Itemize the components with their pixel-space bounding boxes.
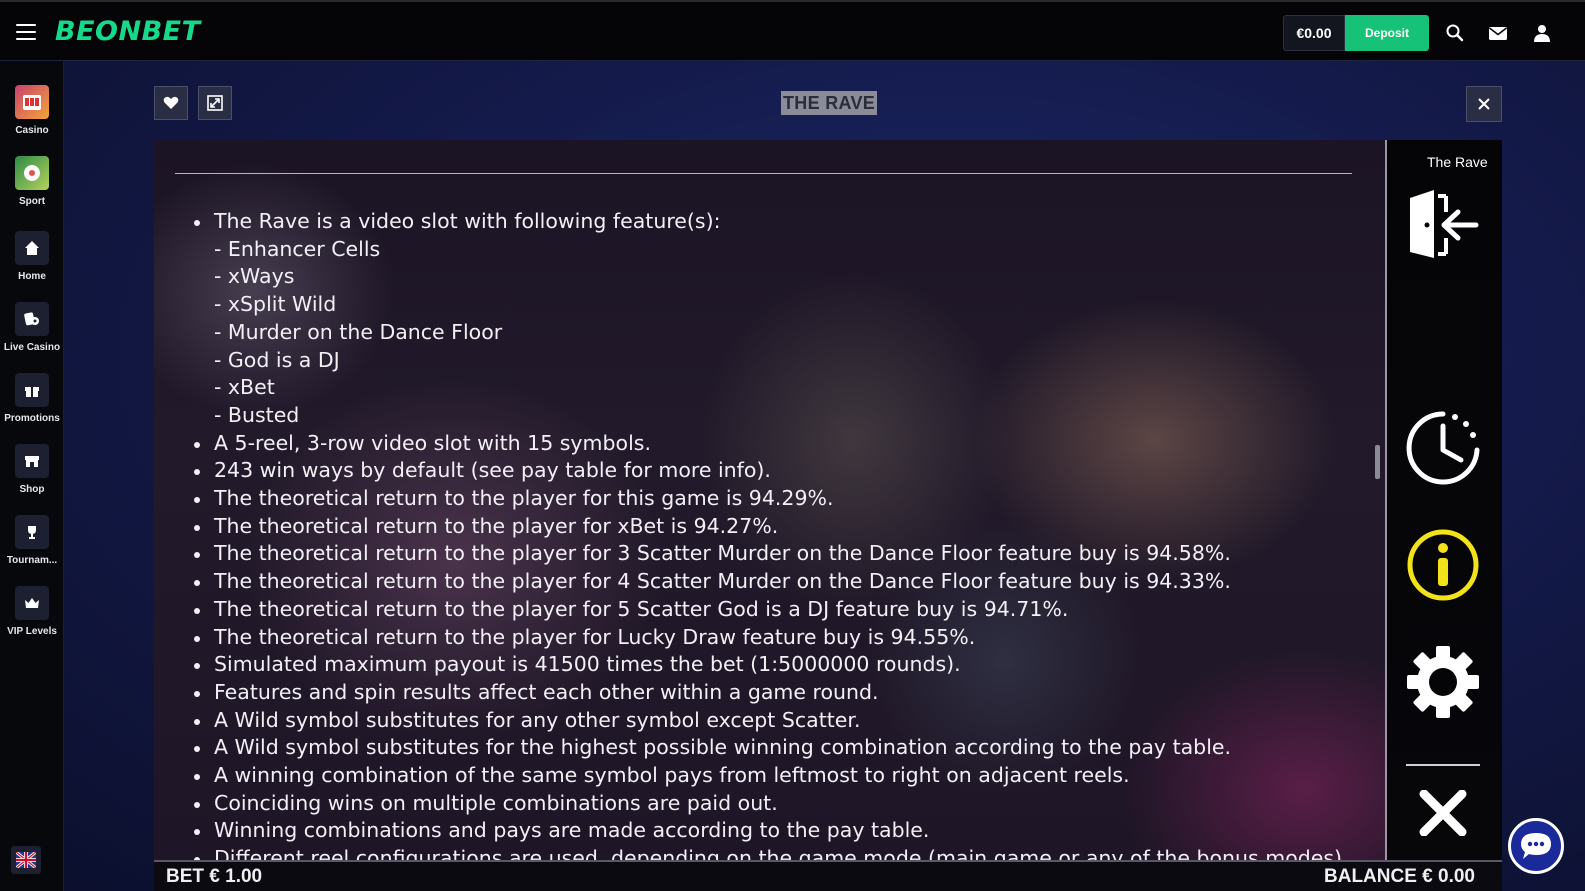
search-icon[interactable] bbox=[1445, 23, 1465, 43]
deposit-button[interactable]: Deposit bbox=[1345, 15, 1429, 51]
rules-divider bbox=[175, 173, 1352, 174]
rail-item-label: Tournam... bbox=[6, 555, 58, 566]
rule-item: The theoretical return to the player for… bbox=[194, 596, 1344, 624]
game-name-tag: The Rave bbox=[1421, 150, 1494, 174]
settings-gear-icon[interactable] bbox=[1406, 645, 1480, 724]
site-logo[interactable]: BEONBET bbox=[55, 16, 201, 47]
rule-item: The theoretical return to the player for… bbox=[194, 568, 1344, 596]
rail-item-shop[interactable]: Shop bbox=[0, 444, 64, 512]
game-rules-list: The Rave is a video slot with following … bbox=[194, 208, 1349, 873]
rail-item-label: VIP Levels bbox=[7, 626, 57, 637]
user-icon[interactable] bbox=[1532, 23, 1552, 43]
rules-scrollbar[interactable] bbox=[1375, 445, 1380, 479]
rule-item: A Wild symbol substitutes for any other … bbox=[194, 707, 1344, 735]
heart-icon bbox=[163, 96, 179, 109]
mail-icon[interactable] bbox=[1488, 23, 1508, 43]
rail-item-label: Shop bbox=[19, 484, 45, 495]
rule-item: A winning combination of the same symbol… bbox=[194, 762, 1344, 790]
top-header: BEONBET €0.00 Deposit bbox=[0, 0, 1585, 61]
gift-icon bbox=[15, 373, 49, 407]
panel-divider bbox=[1406, 764, 1480, 766]
app-root: BEONBET €0.00 Deposit Casino Sport Home … bbox=[0, 0, 1585, 891]
rule-item: Features and spin results affect each ot… bbox=[194, 679, 1344, 707]
home-icon bbox=[15, 231, 49, 265]
uk-flag-icon[interactable] bbox=[11, 846, 41, 874]
rail-item-casino[interactable]: Casino bbox=[0, 85, 64, 153]
bet-amount: BET € 1.00 bbox=[166, 866, 263, 887]
live-casino-icon bbox=[15, 302, 49, 336]
game-title: THE RAVE bbox=[781, 91, 878, 115]
rail-item-label: Casino bbox=[15, 125, 49, 136]
close-icon bbox=[1478, 98, 1490, 110]
sport-icon bbox=[15, 156, 49, 190]
rail-item-promotions[interactable]: Promotions bbox=[0, 373, 64, 441]
crown-icon bbox=[15, 586, 49, 620]
rail-item-label: Home bbox=[18, 271, 46, 282]
game-balance: BALANCE € 0.00 bbox=[1324, 866, 1475, 887]
trophy-icon bbox=[15, 515, 49, 549]
rule-subitem: - Murder on the Dance Floor bbox=[214, 319, 503, 344]
fullscreen-button[interactable] bbox=[198, 86, 232, 120]
rule-subitem: - God is a DJ bbox=[214, 347, 340, 372]
rule-subitem: - Enhancer Cells bbox=[214, 236, 381, 261]
rail-item-sport[interactable]: Sport bbox=[0, 156, 64, 224]
shop-icon bbox=[15, 444, 49, 478]
rule-item: A 5-reel, 3-row video slot with 15 symbo… bbox=[194, 430, 1344, 458]
expand-icon bbox=[207, 95, 223, 111]
rule-item: Winning combinations and pays are made a… bbox=[194, 817, 1344, 845]
rule-subitem: - xBet bbox=[214, 375, 275, 400]
menu-icon[interactable] bbox=[16, 24, 36, 40]
rail-item-live-casino[interactable]: Live Casino bbox=[0, 302, 64, 370]
rail-item-home[interactable]: Home bbox=[0, 231, 64, 299]
rule-subitem: - Busted bbox=[214, 402, 300, 427]
rail-item-tournaments[interactable]: Tournam... bbox=[0, 515, 64, 583]
rule-item: A Wild symbol substitutes for the highes… bbox=[194, 734, 1344, 762]
close-game-button[interactable] bbox=[1466, 86, 1502, 122]
game-status-bar bbox=[154, 860, 1502, 891]
game-canvas: The Rave is a video slot with following … bbox=[154, 140, 1502, 891]
wallet-balance[interactable]: €0.00 bbox=[1283, 15, 1345, 51]
rule-item: Simulated maximum payout is 41500 times … bbox=[194, 651, 1344, 679]
exit-icon[interactable] bbox=[1406, 190, 1480, 265]
rule-item: Coinciding wins on multiple combinations… bbox=[194, 790, 1344, 818]
history-icon[interactable] bbox=[1405, 410, 1481, 493]
info-icon[interactable] bbox=[1406, 528, 1480, 607]
live-chat-button[interactable] bbox=[1508, 818, 1564, 874]
rule-subitem: - xWays bbox=[214, 264, 295, 289]
rail-item-vip-levels[interactable]: VIP Levels bbox=[0, 586, 64, 654]
rule-item: 243 win ways by default (see pay table f… bbox=[194, 457, 1344, 485]
left-navigation-rail: Casino Sport Home Live Casino Promotions bbox=[0, 61, 64, 891]
rail-item-label: Sport bbox=[18, 196, 46, 207]
favorite-button[interactable] bbox=[154, 86, 188, 120]
close-panel-icon[interactable] bbox=[1418, 789, 1468, 841]
rule-item: The theoretical return to the player for… bbox=[194, 485, 1344, 513]
rule-subitem: - xSplit Wild bbox=[214, 292, 337, 317]
rail-item-label: Live Casino bbox=[3, 342, 61, 353]
rule-item: The theoretical return to the player for… bbox=[194, 540, 1344, 568]
rule-item: The Rave is a video slot with following … bbox=[194, 208, 1344, 236]
rail-item-label: Promotions bbox=[4, 413, 60, 424]
casino-icon bbox=[15, 85, 49, 119]
rule-item: The theoretical return to the player for… bbox=[194, 513, 1344, 541]
chat-bubble-icon bbox=[1521, 833, 1551, 859]
rule-item: The theoretical return to the player for… bbox=[194, 624, 1344, 652]
